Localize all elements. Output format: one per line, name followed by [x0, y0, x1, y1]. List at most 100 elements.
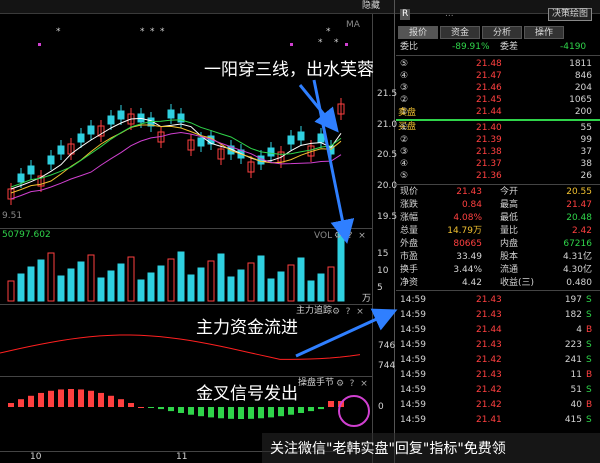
volume-bar	[27, 266, 35, 302]
candle	[117, 110, 125, 120]
macd-bar	[68, 389, 74, 407]
close-icon[interactable]: ×	[356, 230, 368, 242]
vol-label: VOL	[314, 231, 333, 241]
stat-row: 涨幅 4.08% 最低 20.48	[400, 213, 592, 223]
fund-flow-line	[0, 334, 361, 360]
badge: R	[400, 9, 411, 20]
macd-bar	[78, 389, 84, 407]
candle	[77, 133, 85, 143]
tab-quote[interactable]: 报价	[398, 26, 438, 39]
candlestick-chart[interactable]	[0, 14, 372, 228]
macd-bar	[28, 395, 34, 407]
volume-bar	[7, 280, 15, 302]
macd-bar	[58, 389, 64, 407]
macd-bar	[238, 407, 244, 419]
trade-row: 14:59 21.42 241 S	[400, 355, 592, 365]
bid-row: ⑤ 21.36 26	[400, 171, 592, 181]
macd-bar	[178, 407, 184, 413]
star-marker: *	[140, 27, 145, 37]
volume-bar	[37, 259, 45, 302]
trade-row: 14:59 21.43 182 S	[400, 310, 592, 320]
macd-bar	[318, 407, 324, 410]
trade-row: 14:59 21.42 40 B	[400, 400, 593, 410]
signal-dot	[38, 43, 41, 46]
tab-operate[interactable]: 操作	[524, 26, 564, 39]
volume-bar	[77, 261, 85, 302]
macd-bar	[88, 390, 94, 407]
trade-row: 14:59 21.43 223 S	[400, 340, 592, 350]
volume-bar	[17, 273, 25, 302]
close-icon[interactable]: ×	[354, 306, 366, 318]
spread-line	[396, 119, 600, 121]
volume-bar	[207, 260, 215, 302]
trade-row: 14:59 21.41 415 S	[400, 415, 592, 425]
volume-bar	[217, 253, 225, 302]
macd-bar	[188, 407, 194, 415]
highlight-circle	[338, 395, 370, 427]
volume-bar	[177, 251, 185, 302]
macd-bar	[138, 407, 144, 408]
annotation-text: 金叉信号发出	[196, 384, 298, 404]
help-icon[interactable]: ?	[346, 378, 358, 390]
bid-row: ③ 21.38 37	[400, 147, 592, 157]
help-icon[interactable]: ?	[344, 230, 356, 242]
volume-tick: 10	[377, 266, 389, 276]
close-icon[interactable]: ×	[358, 378, 370, 390]
volume-bar	[317, 273, 325, 302]
trade-row: 14:59 21.43 11 B	[400, 370, 593, 380]
macd-bar	[118, 399, 124, 407]
macd-bar	[48, 390, 54, 407]
volume-bar	[107, 270, 115, 302]
macd-bar	[298, 407, 304, 413]
volume-bar	[277, 271, 285, 302]
volume-bar	[307, 280, 315, 302]
trade-row: 14:59 21.42 51 S	[400, 385, 592, 395]
ask-row: ① 21.44 200	[400, 107, 592, 117]
settings-icon[interactable]: ⚙	[332, 230, 344, 242]
divider	[372, 14, 373, 463]
macd-bar	[218, 407, 224, 419]
settings-icon[interactable]: ⚙	[334, 378, 346, 390]
trade-row: 14:59 21.44 4 B	[400, 325, 593, 335]
stat-row: 涨跌 0.84 最高 21.47	[400, 200, 592, 210]
candle	[47, 155, 55, 165]
volume-bar	[167, 258, 175, 302]
top-toolbar	[0, 0, 600, 14]
volume-bar	[327, 266, 335, 302]
candle	[287, 135, 295, 145]
settings-icon[interactable]: ⚙	[330, 306, 342, 318]
volume-tick: 5	[377, 283, 383, 293]
volume-bar	[157, 265, 165, 302]
volume-bar	[257, 255, 265, 302]
star-marker: *	[160, 27, 165, 37]
star-marker: *	[326, 27, 331, 37]
commission-row: 委比 -89.91% 委差 -4190	[400, 42, 587, 52]
volume-bar	[137, 279, 145, 302]
divider	[394, 0, 395, 463]
candle	[17, 173, 25, 183]
volume-bar	[67, 268, 75, 302]
signal-dot	[290, 43, 293, 46]
stock-name: ...	[445, 9, 454, 19]
macd-bar	[168, 407, 174, 412]
star-marker: *	[318, 38, 323, 48]
candle	[27, 165, 35, 175]
tab-analysis[interactable]: 分析	[482, 26, 522, 39]
help-icon[interactable]: ?	[342, 306, 354, 318]
ma-label: MA	[346, 20, 360, 30]
stat-row: 市盈 33.49 股本 4.31亿	[400, 252, 592, 262]
annotation-text: 一阳穿三线，出水芙蓉	[204, 60, 374, 80]
macd-bar	[328, 401, 334, 407]
candle	[167, 109, 175, 119]
star-marker: *	[150, 27, 155, 37]
macd-bar	[8, 402, 14, 407]
tab-funds[interactable]: 资金	[440, 26, 480, 39]
hide-toggle[interactable]: 隐藏	[362, 1, 380, 12]
price-tick: 21.0	[377, 120, 398, 130]
volume-bar	[187, 274, 195, 302]
ask-row: ⑤ 21.48 1811	[400, 59, 592, 69]
volume-bar	[337, 231, 345, 302]
decision-button[interactable]: 决策绘图	[548, 8, 593, 21]
stat-row: 净资 4.42 收益(三) 0.480	[400, 278, 592, 288]
volume-bar	[227, 276, 235, 302]
